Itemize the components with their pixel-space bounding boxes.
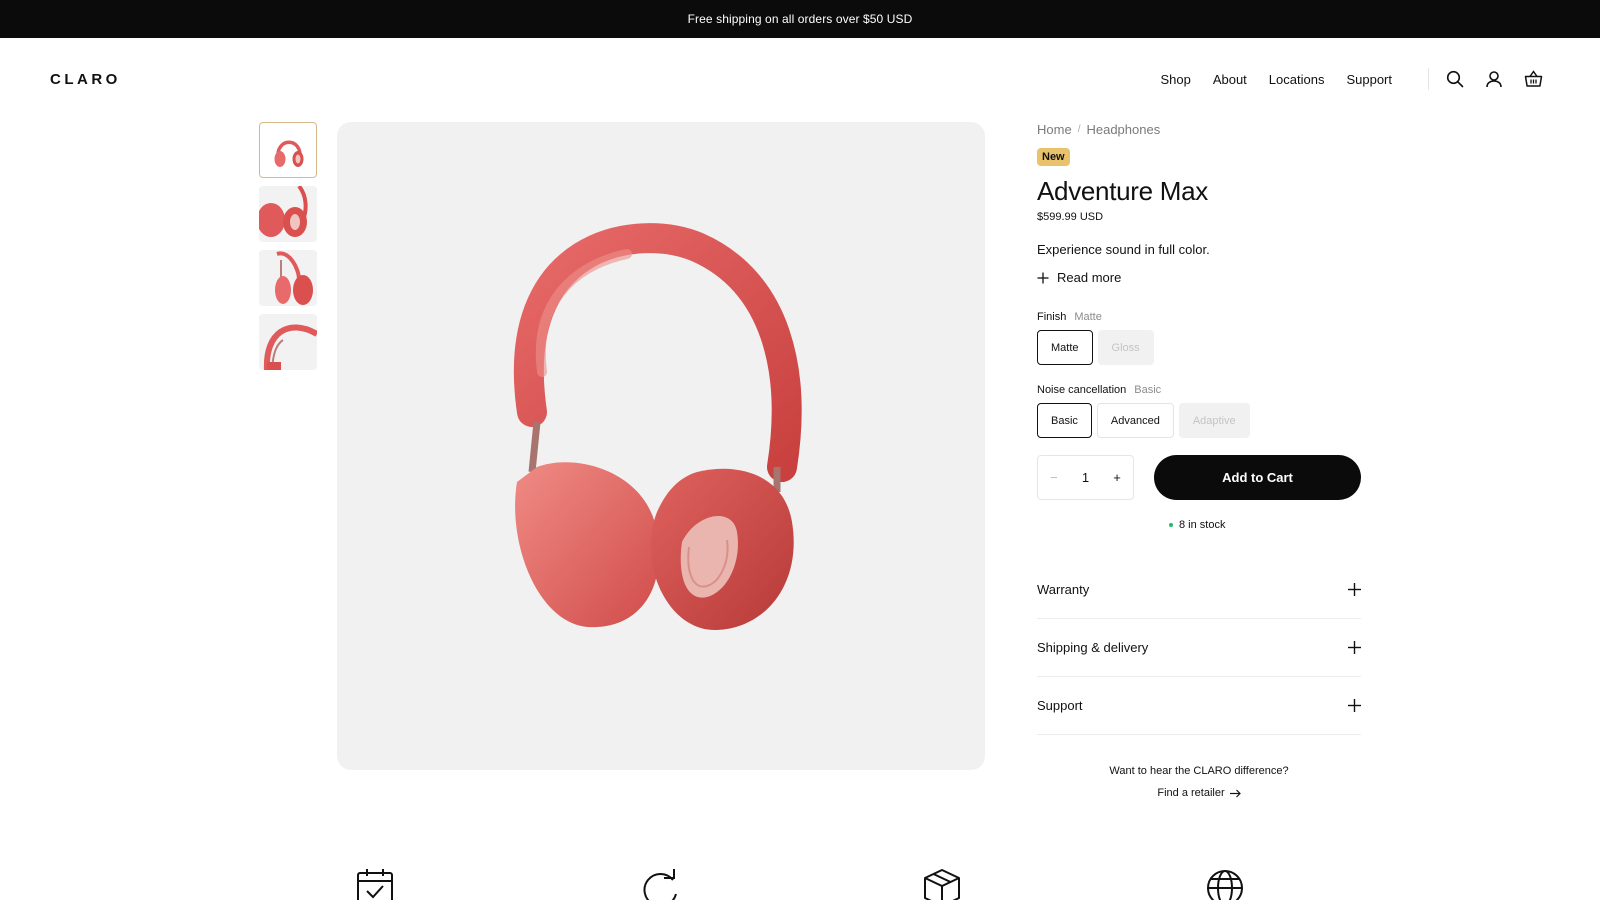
breadcrumb: Home / Headphones <box>1037 120 1361 138</box>
accordion-support[interactable]: Support <box>1037 677 1361 735</box>
product-main-image[interactable] <box>337 122 985 770</box>
noise-option-basic[interactable]: Basic <box>1037 403 1092 438</box>
accordion-support-label: Support <box>1037 698 1083 713</box>
refresh-icon <box>640 868 680 900</box>
stock-text: 8 in stock <box>1179 519 1226 531</box>
cart-icon[interactable] <box>1523 69 1543 89</box>
headphones-illustration <box>513 223 802 631</box>
nav-support[interactable]: Support <box>1346 72 1392 87</box>
finish-option-gloss[interactable]: Gloss <box>1097 330 1154 365</box>
plus-icon <box>1348 641 1361 654</box>
finish-selected-value: Matte <box>1074 311 1102 323</box>
product-accordion: Warranty Shipping & delivery Support <box>1037 561 1361 735</box>
quantity-value[interactable]: 1 <box>1082 470 1089 485</box>
nav-shop[interactable]: Shop <box>1160 72 1190 87</box>
thumbnail-list <box>259 122 317 378</box>
breadcrumb-home[interactable]: Home <box>1037 122 1072 137</box>
noise-option-advanced[interactable]: Advanced <box>1096 403 1174 438</box>
find-retailer-link[interactable]: Find a retailer <box>1157 787 1241 799</box>
plus-icon <box>1348 699 1361 712</box>
retailer-prompt: Want to hear the CLARO difference? <box>1109 765 1289 777</box>
quantity-stepper: − 1 + <box>1037 455 1134 500</box>
stock-status: 8 in stock <box>1169 519 1361 531</box>
thumbnail-ear-cup-view[interactable] <box>259 186 317 242</box>
logo[interactable]: CLARO <box>50 71 121 88</box>
breadcrumb-separator: / <box>1077 123 1081 135</box>
accordion-shipping-label: Shipping & delivery <box>1037 640 1149 655</box>
thumbnail-front-view[interactable] <box>259 122 317 178</box>
noise-title: Noise cancellation <box>1037 384 1127 396</box>
quantity-increase-button[interactable]: + <box>1113 470 1121 485</box>
product-info-panel: Home / Headphones New Adventure Max $599… <box>1037 120 1361 799</box>
nav-divider <box>1428 68 1429 90</box>
breadcrumb-headphones[interactable]: Headphones <box>1086 122 1160 137</box>
features-strip <box>0 868 1600 900</box>
noise-option-adaptive[interactable]: Adaptive <box>1178 403 1250 438</box>
site-header: CLARO Shop About Locations Support <box>0 38 1600 120</box>
noise-options: Basic Advanced Adaptive <box>1037 403 1361 438</box>
read-more-label: Read more <box>1057 270 1122 285</box>
read-more-button[interactable]: Read more <box>1037 270 1361 285</box>
globe-icon <box>1205 868 1245 900</box>
finish-options: Matte Gloss <box>1037 330 1361 365</box>
stock-dot-icon <box>1169 523 1173 527</box>
finish-label: Finish Matte <box>1037 311 1361 323</box>
thumbnail-headband-view[interactable] <box>259 314 317 370</box>
new-badge: New <box>1037 148 1070 166</box>
retailer-section: Want to hear the CLARO difference? Find … <box>1037 765 1361 799</box>
add-to-cart-button[interactable]: Add to Cart <box>1154 455 1361 500</box>
quantity-decrease-button[interactable]: − <box>1050 470 1058 485</box>
announcement-text: Free shipping on all orders over $50 USD <box>687 12 913 26</box>
account-icon[interactable] <box>1484 69 1504 89</box>
noise-selected-value: Basic <box>1134 384 1162 396</box>
main-nav: Shop About Locations Support <box>1160 72 1392 87</box>
accordion-warranty[interactable]: Warranty <box>1037 561 1361 619</box>
nav-about[interactable]: About <box>1213 72 1247 87</box>
find-retailer-label: Find a retailer <box>1157 787 1225 799</box>
nav-locations[interactable]: Locations <box>1269 72 1325 87</box>
search-icon[interactable] <box>1445 69 1465 89</box>
accordion-warranty-label: Warranty <box>1037 582 1090 597</box>
product-title: Adventure Max <box>1037 176 1208 206</box>
plus-icon <box>1348 583 1361 596</box>
product-price: $599.99 USD <box>1037 211 1104 223</box>
calendar-check-icon <box>355 868 395 900</box>
announcement-bar: Free shipping on all orders over $50 USD <box>0 0 1600 38</box>
plus-icon <box>1037 272 1049 283</box>
arrow-right-icon <box>1229 789 1241 797</box>
noise-cancellation-label: Noise cancellation Basic <box>1037 384 1361 396</box>
thumbnail-side-view[interactable] <box>259 250 317 306</box>
finish-option-matte[interactable]: Matte <box>1037 330 1093 365</box>
product-tagline: Experience sound in full color. <box>1037 242 1210 257</box>
accordion-shipping[interactable]: Shipping & delivery <box>1037 619 1361 677</box>
package-icon <box>922 868 962 900</box>
cart-row: − 1 + Add to Cart <box>1037 455 1361 500</box>
finish-title: Finish <box>1037 311 1067 323</box>
